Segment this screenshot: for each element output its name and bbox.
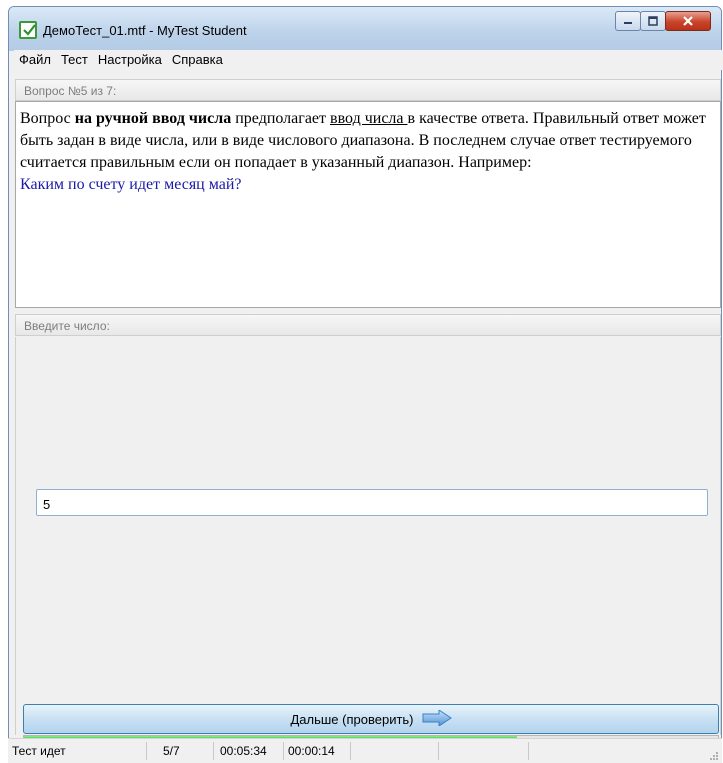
status-divider bbox=[283, 742, 284, 760]
resize-grip-icon[interactable] bbox=[709, 750, 719, 760]
close-button[interactable] bbox=[665, 11, 711, 31]
answer-panel bbox=[15, 337, 721, 735]
menu-settings[interactable]: Настройка bbox=[93, 50, 167, 70]
menu-help[interactable]: Справка bbox=[167, 50, 228, 70]
next-button-label: Дальше (проверить) bbox=[290, 711, 414, 727]
next-button-face[interactable]: Дальше (проверить) bbox=[23, 704, 719, 734]
question-text-bold: на ручной ввод числа bbox=[74, 110, 232, 127]
window-title: ДемоТест_01.mtf - MyTest Student bbox=[43, 23, 247, 38]
number-input[interactable] bbox=[36, 489, 708, 516]
answer-header: Введите число: bbox=[15, 314, 721, 336]
status-divider bbox=[528, 742, 529, 760]
question-example: Каким по счету идет месяц май? bbox=[20, 176, 242, 193]
question-text-mid: предполагает bbox=[231, 110, 331, 127]
status-position: 5/7 bbox=[163, 744, 180, 758]
menu-test[interactable]: Тест bbox=[56, 50, 93, 70]
next-button[interactable]: Дальше (проверить) bbox=[23, 704, 719, 734]
status-divider bbox=[213, 742, 214, 760]
maximize-icon bbox=[641, 12, 665, 30]
title-bar[interactable]: ДемоТест_01.mtf - MyTest Student bbox=[9, 7, 721, 51]
question-header: Вопрос №5 из 7: bbox=[15, 79, 721, 101]
arrow-right-icon bbox=[422, 708, 452, 729]
close-icon bbox=[666, 12, 710, 30]
minimize-button[interactable] bbox=[615, 11, 641, 31]
status-total-time: 00:05:34 bbox=[220, 744, 267, 758]
question-text-underline: ввод числа bbox=[330, 110, 408, 127]
status-state: Тест идет bbox=[12, 744, 66, 758]
status-divider bbox=[438, 742, 439, 760]
question-text-panel: Вопрос на ручной ввод числа предполагает… bbox=[15, 101, 721, 308]
minimize-icon bbox=[616, 12, 640, 30]
status-question-time: 00:00:14 bbox=[288, 744, 335, 758]
status-bar-cells: Тест идет 5/7 00:05:34 00:00:14 bbox=[8, 738, 722, 763]
menu-bar: Файл Тест Настройка Справка bbox=[14, 50, 723, 70]
maximize-button[interactable] bbox=[640, 11, 666, 31]
status-divider bbox=[146, 742, 147, 760]
menu-file[interactable]: Файл bbox=[14, 50, 56, 70]
question-text-prefix: Вопрос bbox=[20, 110, 75, 127]
app-checkmark-icon bbox=[19, 21, 37, 39]
status-divider bbox=[350, 742, 351, 760]
